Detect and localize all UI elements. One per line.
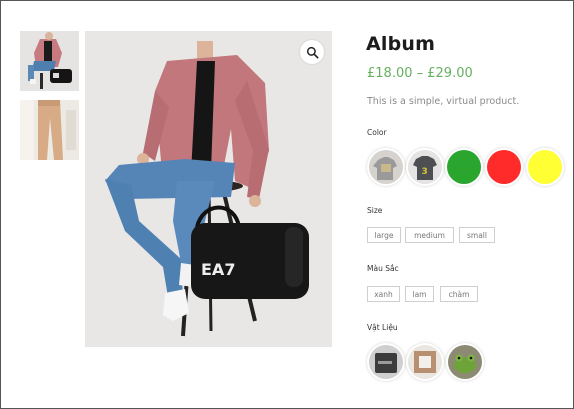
color-attribute-label: Color — [367, 128, 387, 137]
product-price: £18.00 – £29.00 — [367, 66, 473, 81]
vat-lieu-attribute-label: Vật Liệu — [367, 323, 398, 332]
magnifier-icon — [306, 46, 319, 59]
dark-tshirt-image: 3 — [408, 150, 442, 184]
brown-fabric-image — [408, 345, 442, 379]
color-swatch-yellow[interactable] — [528, 150, 562, 184]
seated-man-with-duffel-bag-image: EA7 — [85, 31, 332, 347]
zoom-button[interactable] — [300, 40, 324, 64]
color-swatch-image-2[interactable]: 3 — [408, 150, 442, 184]
color-swatch-green[interactable] — [447, 150, 481, 184]
material-swatch-2[interactable] — [408, 345, 442, 379]
svg-text:EA7: EA7 — [201, 260, 235, 279]
main-product-image[interactable]: EA7 — [85, 31, 332, 347]
size-option-small[interactable]: small — [459, 227, 495, 243]
mau-sac-option-xanh[interactable]: xanh — [367, 286, 400, 302]
size-attribute-label: Size — [367, 206, 383, 215]
gallery-thumbnail-2[interactable] — [20, 100, 79, 160]
size-option-large[interactable]: large — [367, 227, 401, 243]
color-swatch-red[interactable] — [487, 150, 521, 184]
frog-image — [448, 345, 482, 379]
mau-sac-option-cham[interactable]: chàm — [440, 286, 478, 302]
product-short-description: This is a simple, virtual product. — [367, 96, 520, 107]
product-title: Album — [366, 33, 436, 55]
size-option-medium[interactable]: medium — [405, 227, 454, 243]
mau-sac-attribute-label: Màu Sắc — [367, 264, 399, 273]
gallery-thumbnail-1[interactable] — [20, 31, 79, 91]
seated-man-thumbnail-image — [20, 31, 79, 91]
color-swatch-image-1[interactable] — [369, 150, 403, 184]
material-swatch-3[interactable] — [448, 345, 482, 379]
beige-trousers-thumbnail-image — [20, 100, 79, 160]
dark-fabric-image — [369, 345, 403, 379]
material-swatch-1[interactable] — [369, 345, 403, 379]
mau-sac-option-lam[interactable]: lam — [405, 286, 434, 302]
svg-text:3: 3 — [422, 167, 428, 177]
grey-tshirt-image — [369, 150, 403, 184]
